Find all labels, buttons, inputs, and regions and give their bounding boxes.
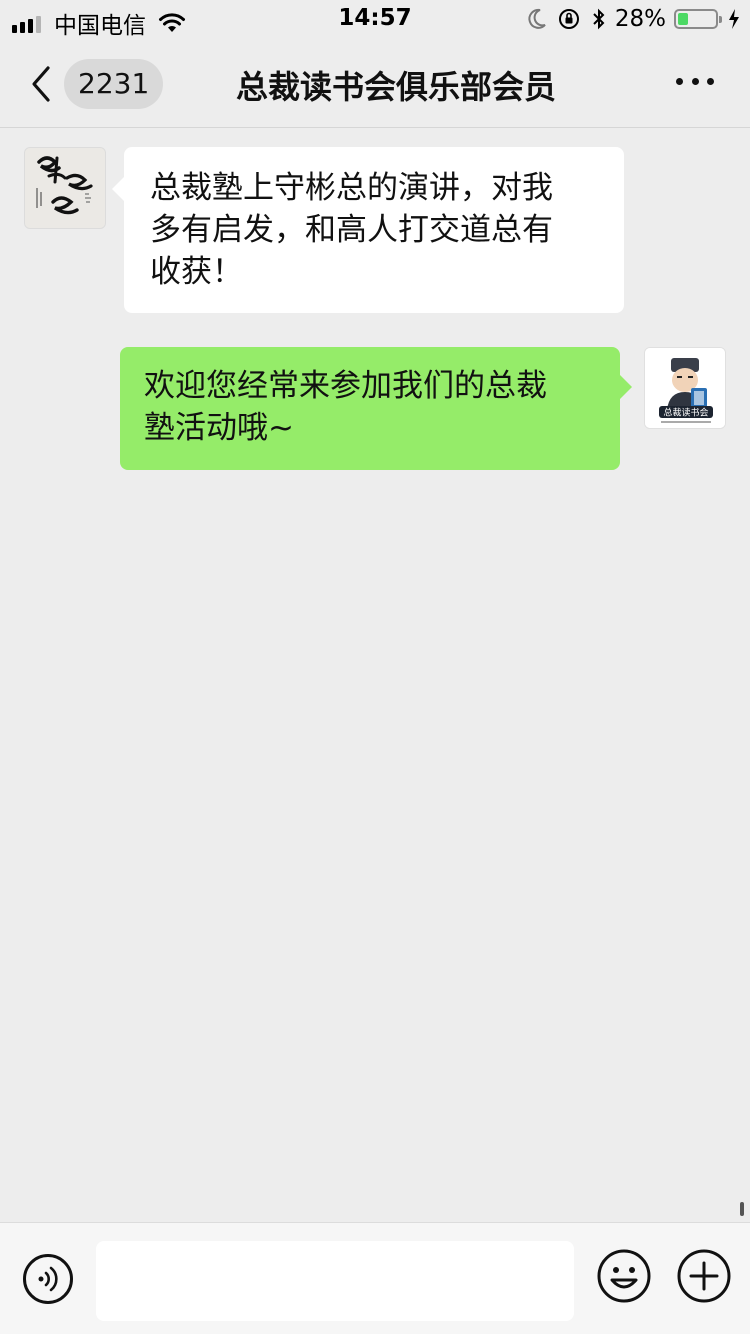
message-text-line: 塾活动哦~ xyxy=(144,410,294,446)
plus-icon[interactable] xyxy=(676,1248,732,1304)
unread-count-badge[interactable]: 2231 xyxy=(64,59,164,109)
message-bubble-incoming[interactable]: 总裁塾上守彬总的演讲，对我 多有启发，和高人打交道总有 收获！ xyxy=(112,147,624,313)
nav-bar: 2231 总裁读书会俱乐部会员 xyxy=(0,40,750,128)
battery-icon xyxy=(674,9,722,29)
message-text-line: 总裁塾上守彬总的演讲，对我 xyxy=(150,170,553,206)
more-icon[interactable] xyxy=(676,78,714,90)
message-input[interactable] xyxy=(96,1241,574,1321)
input-bar xyxy=(0,1222,750,1334)
chevron-left-icon[interactable] xyxy=(28,64,56,104)
calligraphy-avatar-icon[interactable] xyxy=(24,147,106,229)
status-bar: 中国电信 14:57 28% xyxy=(0,0,750,40)
book-club-avatar-icon[interactable]: 总裁读书会 xyxy=(644,347,726,429)
rotation-lock-icon xyxy=(558,9,579,29)
battery-percent: 28% xyxy=(614,6,666,32)
page-title: 总裁读书会俱乐部会员 xyxy=(235,68,556,106)
message-text-line: 收获！ xyxy=(150,254,243,290)
message-text-line: 多有启发，和高人打交道总有 xyxy=(150,212,553,248)
voice-icon[interactable] xyxy=(22,1253,74,1305)
avatar-badge-text: 总裁读书会 xyxy=(663,407,708,419)
message-text-line: 欢迎您经常来参加我们的总裁 xyxy=(144,368,547,404)
charging-icon xyxy=(729,9,739,29)
emoji-icon[interactable] xyxy=(596,1248,652,1304)
message-bubble-outgoing[interactable]: 欢迎您经常来参加我们的总裁 塾活动哦~ xyxy=(120,347,632,470)
scroll-indicator xyxy=(740,1202,744,1216)
bluetooth-icon xyxy=(593,8,605,30)
moon-icon xyxy=(528,8,546,29)
